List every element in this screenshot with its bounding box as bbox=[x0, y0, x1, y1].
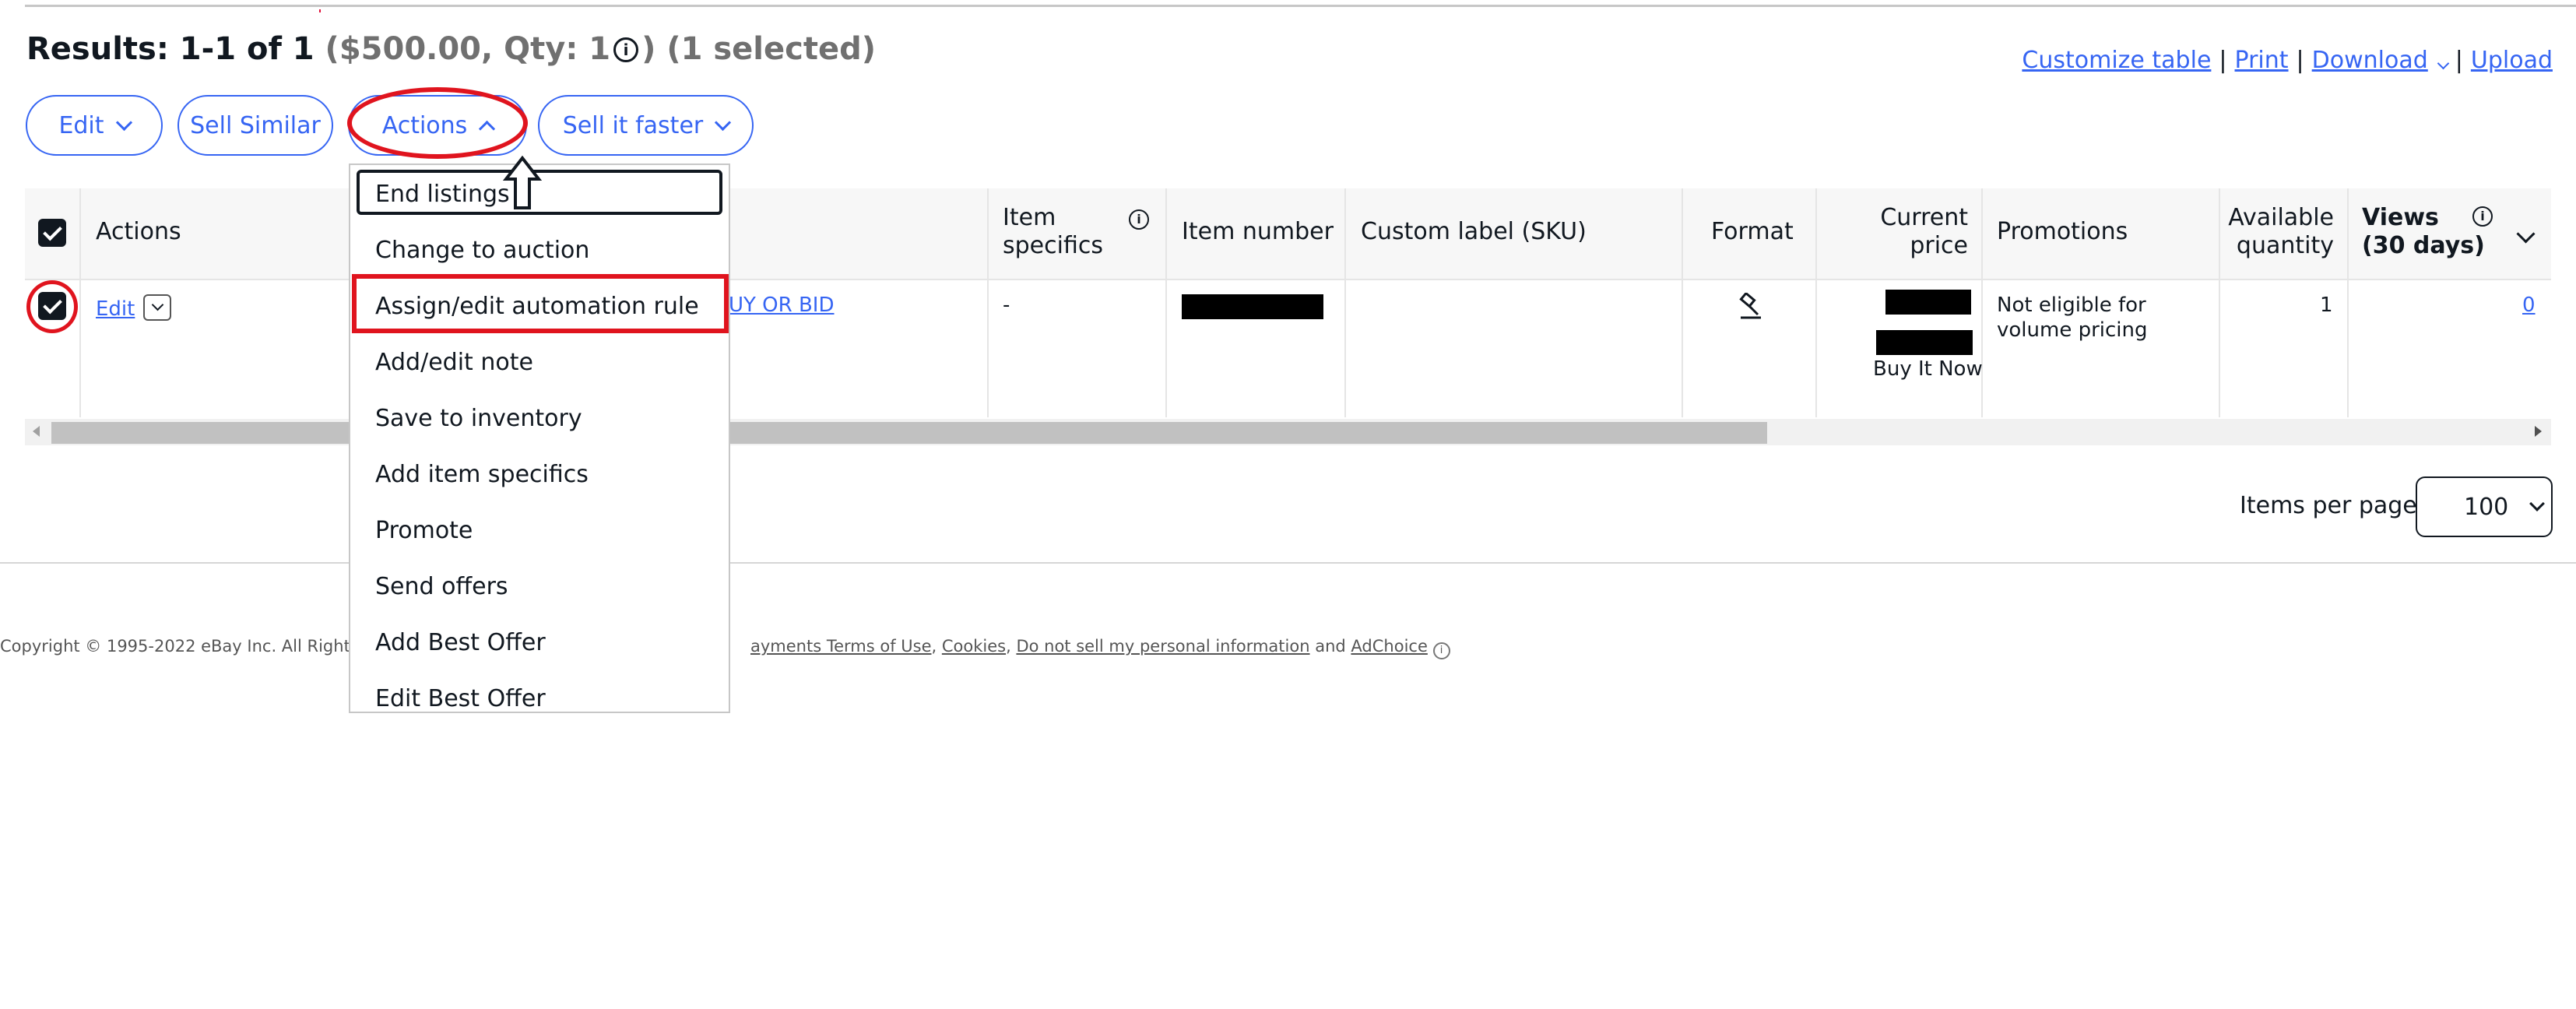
actions-dropdown-menu: End listings Change to auction Assign/ed… bbox=[349, 163, 730, 713]
menu-item-add-best-offer[interactable]: Add Best Offer bbox=[375, 629, 546, 656]
promotions-value: Not eligible for volume pricing bbox=[1997, 294, 2148, 342]
chevron-down-icon bbox=[715, 114, 732, 131]
redacted-price bbox=[1885, 290, 1971, 315]
header-item-number[interactable]: Item number bbox=[1182, 218, 1334, 246]
edit-button[interactable]: Edit bbox=[26, 95, 163, 156]
annotation-mark bbox=[319, 9, 321, 12]
menu-item-save-to-inventory[interactable]: Save to inventory bbox=[375, 405, 582, 432]
payments-terms-link[interactable]: ayments Terms of Use bbox=[750, 637, 932, 656]
select-all-checkbox[interactable] bbox=[38, 219, 66, 247]
menu-item-change-to-auction[interactable]: Change to auction bbox=[375, 237, 589, 264]
column-divider bbox=[1344, 188, 1346, 417]
column-divider bbox=[2219, 188, 2220, 417]
do-not-sell-link[interactable]: Do not sell my personal information bbox=[1016, 637, 1309, 656]
download-link[interactable]: Download bbox=[2312, 47, 2450, 74]
table-tools-links: Customize table | Print | Download | Upload bbox=[2022, 47, 2553, 74]
menu-item-add-item-specifics[interactable]: Add item specifics bbox=[375, 461, 589, 488]
column-divider bbox=[987, 188, 989, 417]
print-link[interactable]: Print bbox=[2235, 47, 2289, 74]
info-icon[interactable]: i bbox=[613, 37, 639, 62]
cookies-link[interactable]: Cookies bbox=[942, 637, 1006, 656]
header-views[interactable]: Views (30 days) bbox=[2362, 204, 2486, 260]
item-specifics-value: - bbox=[1003, 294, 1010, 317]
chevron-down-icon bbox=[2529, 496, 2546, 512]
menu-item-edit-best-offer[interactable]: Edit Best Offer bbox=[375, 685, 546, 712]
upload-link[interactable]: Upload bbox=[2471, 47, 2553, 74]
scroll-right-arrow[interactable] bbox=[2535, 426, 2542, 437]
column-divider bbox=[1815, 188, 1817, 417]
adchoice-icon[interactable]: i bbox=[1432, 642, 1450, 659]
scrollbar-thumb[interactable] bbox=[51, 422, 1767, 444]
chevron-down-icon bbox=[2437, 57, 2450, 70]
adchoice-link[interactable]: AdChoice bbox=[1351, 637, 1427, 656]
column-divider bbox=[2347, 188, 2349, 417]
row-actions-dropdown[interactable] bbox=[143, 294, 171, 321]
scroll-left-arrow[interactable] bbox=[33, 426, 40, 437]
item-title-link[interactable]: UY OR BID bbox=[729, 293, 835, 318]
views-link[interactable]: 0 bbox=[2522, 293, 2536, 318]
customize-table-link[interactable]: Customize table bbox=[2022, 47, 2211, 74]
header-format[interactable]: Format bbox=[1711, 218, 1794, 246]
top-border bbox=[25, 5, 2576, 7]
redacted-item-number bbox=[1182, 294, 1323, 319]
chevron-down-icon bbox=[151, 298, 164, 311]
header-current-price[interactable]: Current price bbox=[1831, 204, 1968, 260]
header-custom-label[interactable]: Custom label (SKU) bbox=[1361, 218, 1587, 246]
menu-item-add-edit-note[interactable]: Add/edit note bbox=[375, 349, 533, 376]
annotation-ellipse-actions bbox=[347, 87, 528, 159]
info-icon[interactable]: i bbox=[1129, 209, 1149, 230]
menu-item-promote[interactable]: Promote bbox=[375, 517, 473, 544]
arrow-up-icon bbox=[502, 155, 543, 210]
column-divider bbox=[1165, 188, 1167, 417]
header-available-quantity[interactable]: Available quantity bbox=[2228, 204, 2334, 260]
price-format-label: Buy It Now bbox=[1873, 357, 1983, 381]
results-count: Results: 1-1 of 1 bbox=[26, 31, 315, 67]
sell-similar-button[interactable]: Sell Similar bbox=[177, 95, 333, 156]
available-quantity-value: 1 bbox=[2320, 294, 2333, 317]
results-total: ($500.00, Qty: 1 bbox=[325, 31, 611, 67]
auction-gavel-icon bbox=[1734, 291, 1767, 321]
column-divider bbox=[1981, 188, 1983, 417]
row-edit-link[interactable]: Edit bbox=[96, 297, 135, 322]
menu-item-send-offers[interactable]: Send offers bbox=[375, 573, 508, 600]
results-summary: Results: 1-1 of 1 ($500.00, Qty: 1 i) (1 … bbox=[26, 31, 877, 67]
items-per-page-select[interactable]: 100 bbox=[2416, 476, 2553, 537]
sell-it-faster-button[interactable]: Sell it faster bbox=[538, 95, 754, 156]
redacted-price bbox=[1876, 330, 1973, 355]
column-divider bbox=[79, 188, 81, 417]
selected-count: (1 selected) bbox=[666, 31, 877, 67]
column-divider bbox=[1682, 188, 1683, 417]
annotation-ellipse-checkbox bbox=[26, 280, 78, 333]
annotation-box-automation-rule bbox=[352, 274, 729, 333]
info-icon[interactable]: i bbox=[2472, 206, 2493, 227]
items-per-page-label: Items per page bbox=[2240, 492, 2417, 519]
header-actions: Actions bbox=[96, 218, 181, 245]
header-item-specifics[interactable]: Item specifics bbox=[1003, 204, 1119, 260]
header-promotions[interactable]: Promotions bbox=[1997, 218, 2128, 246]
chevron-down-icon bbox=[115, 114, 132, 131]
